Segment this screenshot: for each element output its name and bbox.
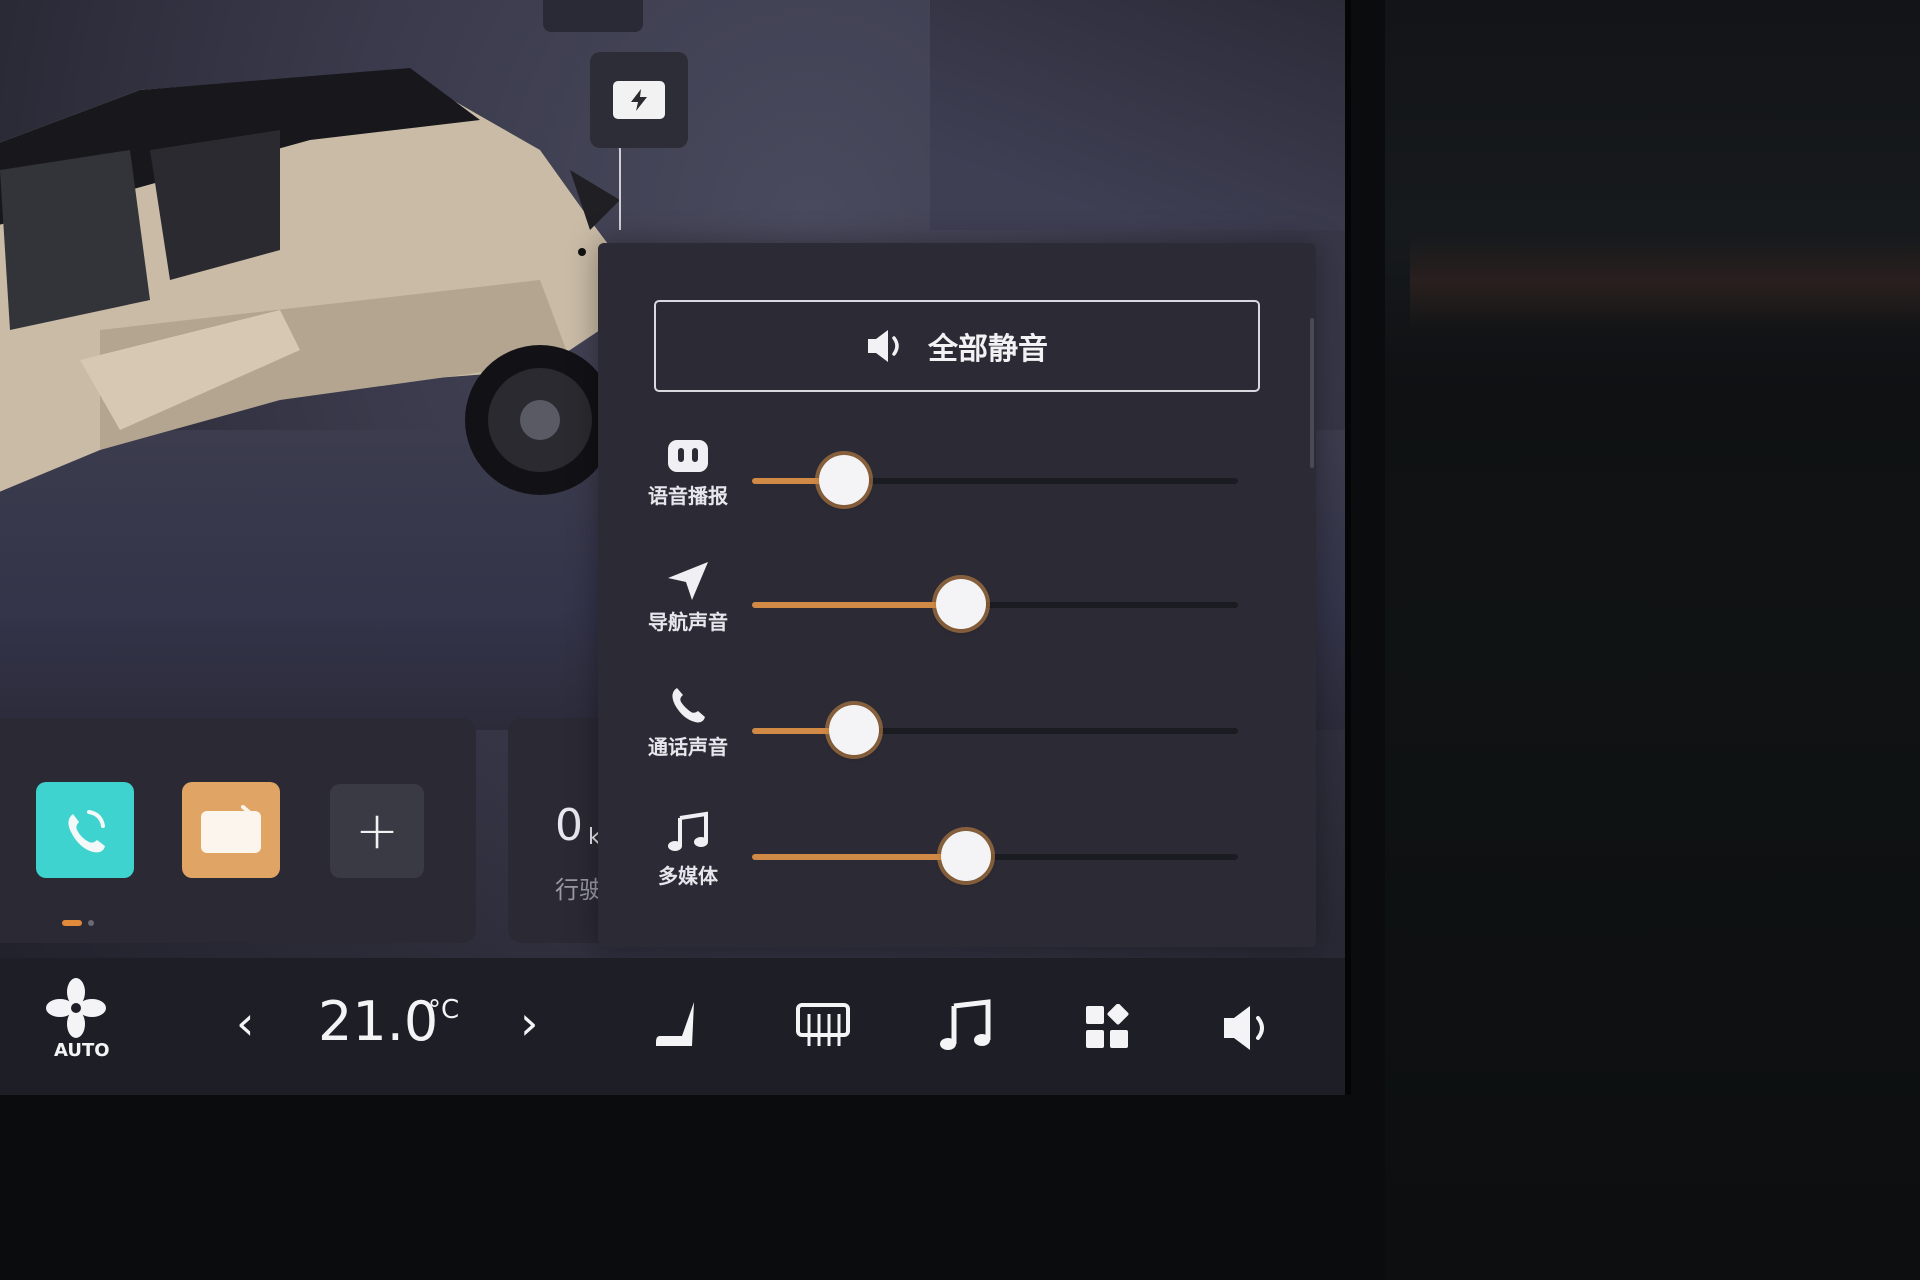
temperature-unit: °C xyxy=(428,995,460,1025)
slider-fill xyxy=(752,854,966,860)
call-slider[interactable] xyxy=(752,705,1238,755)
navigation-label: 导航声音 xyxy=(648,610,728,634)
volume-icon xyxy=(1224,1006,1264,1050)
apps-grid-button[interactable] xyxy=(1084,1004,1130,1050)
call-label: 通话声音 xyxy=(648,735,728,759)
charge-bolt-icon xyxy=(613,81,665,119)
slider-fill xyxy=(752,602,961,608)
apps-grid-icon xyxy=(1086,1004,1129,1048)
mute-all-label: 全部静音 xyxy=(928,332,1048,367)
temperature-value: 21.0 xyxy=(318,990,439,1053)
voice-broadcast-label: 语音播报 xyxy=(648,484,728,508)
volume-button[interactable] xyxy=(1222,1004,1276,1052)
temp-up-button[interactable]: › xyxy=(520,996,538,1050)
fan-auto-icon xyxy=(46,978,106,1038)
page-dot xyxy=(88,920,94,926)
charge-port-button[interactable] xyxy=(590,52,688,148)
phone-call-icon xyxy=(672,688,705,723)
bezel-reflection xyxy=(1410,235,1920,330)
music-icon xyxy=(940,999,991,1050)
rear-defrost-icon xyxy=(796,1003,850,1046)
phone-app-button[interactable] xyxy=(36,782,134,878)
fan-auto-button[interactable] xyxy=(46,978,106,1038)
speaker-icon xyxy=(868,330,899,362)
slider-knob[interactable] xyxy=(940,831,991,881)
music-button[interactable] xyxy=(938,998,994,1054)
voice-broadcast-row: 语音播报 xyxy=(643,438,733,509)
page-indicator xyxy=(62,920,94,926)
slider-knob[interactable] xyxy=(829,705,880,755)
top-control-chip[interactable] xyxy=(543,0,643,32)
device-bezel xyxy=(1385,0,1920,1280)
fan-mode-label: AUTO xyxy=(54,1040,110,1061)
slider-knob[interactable] xyxy=(935,579,986,629)
temp-down-button[interactable]: ‹ xyxy=(236,996,254,1050)
page-dot-active xyxy=(62,920,82,926)
navigation-row: 导航声音 xyxy=(643,560,733,635)
panel-scrollbar[interactable] xyxy=(1310,318,1314,468)
navigation-slider[interactable] xyxy=(752,579,1238,629)
music-note-icon xyxy=(668,811,708,851)
add-app-button[interactable]: + xyxy=(330,784,424,878)
phone-app-icon xyxy=(68,810,105,853)
notes-app-button[interactable] xyxy=(182,782,280,878)
trip-label: 行驶 xyxy=(555,876,603,904)
add-icon: + xyxy=(355,801,399,861)
navigation-icon xyxy=(668,562,708,600)
trip-value: 0 xyxy=(555,800,583,851)
voice-broadcast-slider[interactable] xyxy=(752,455,1238,505)
display-screen: + 0 k 行驶 全部静音 语音播报 导航声音 通话声音 多媒体 AUTO ‹ … xyxy=(0,0,1351,1095)
scene-wall xyxy=(930,0,1345,230)
rear-defrost-button[interactable] xyxy=(795,1002,851,1048)
seat-heat-icon xyxy=(656,1002,694,1046)
mute-all-button[interactable]: 全部静音 xyxy=(654,300,1260,392)
media-row: 多媒体 xyxy=(643,810,733,889)
call-row: 通话声音 xyxy=(643,685,733,760)
media-label: 多媒体 xyxy=(658,864,718,888)
media-slider[interactable] xyxy=(752,831,1238,881)
voice-broadcast-icon xyxy=(668,440,708,472)
seat-heat-button[interactable] xyxy=(652,998,708,1054)
notes-app-icon xyxy=(201,805,261,853)
slider-knob[interactable] xyxy=(819,455,870,505)
